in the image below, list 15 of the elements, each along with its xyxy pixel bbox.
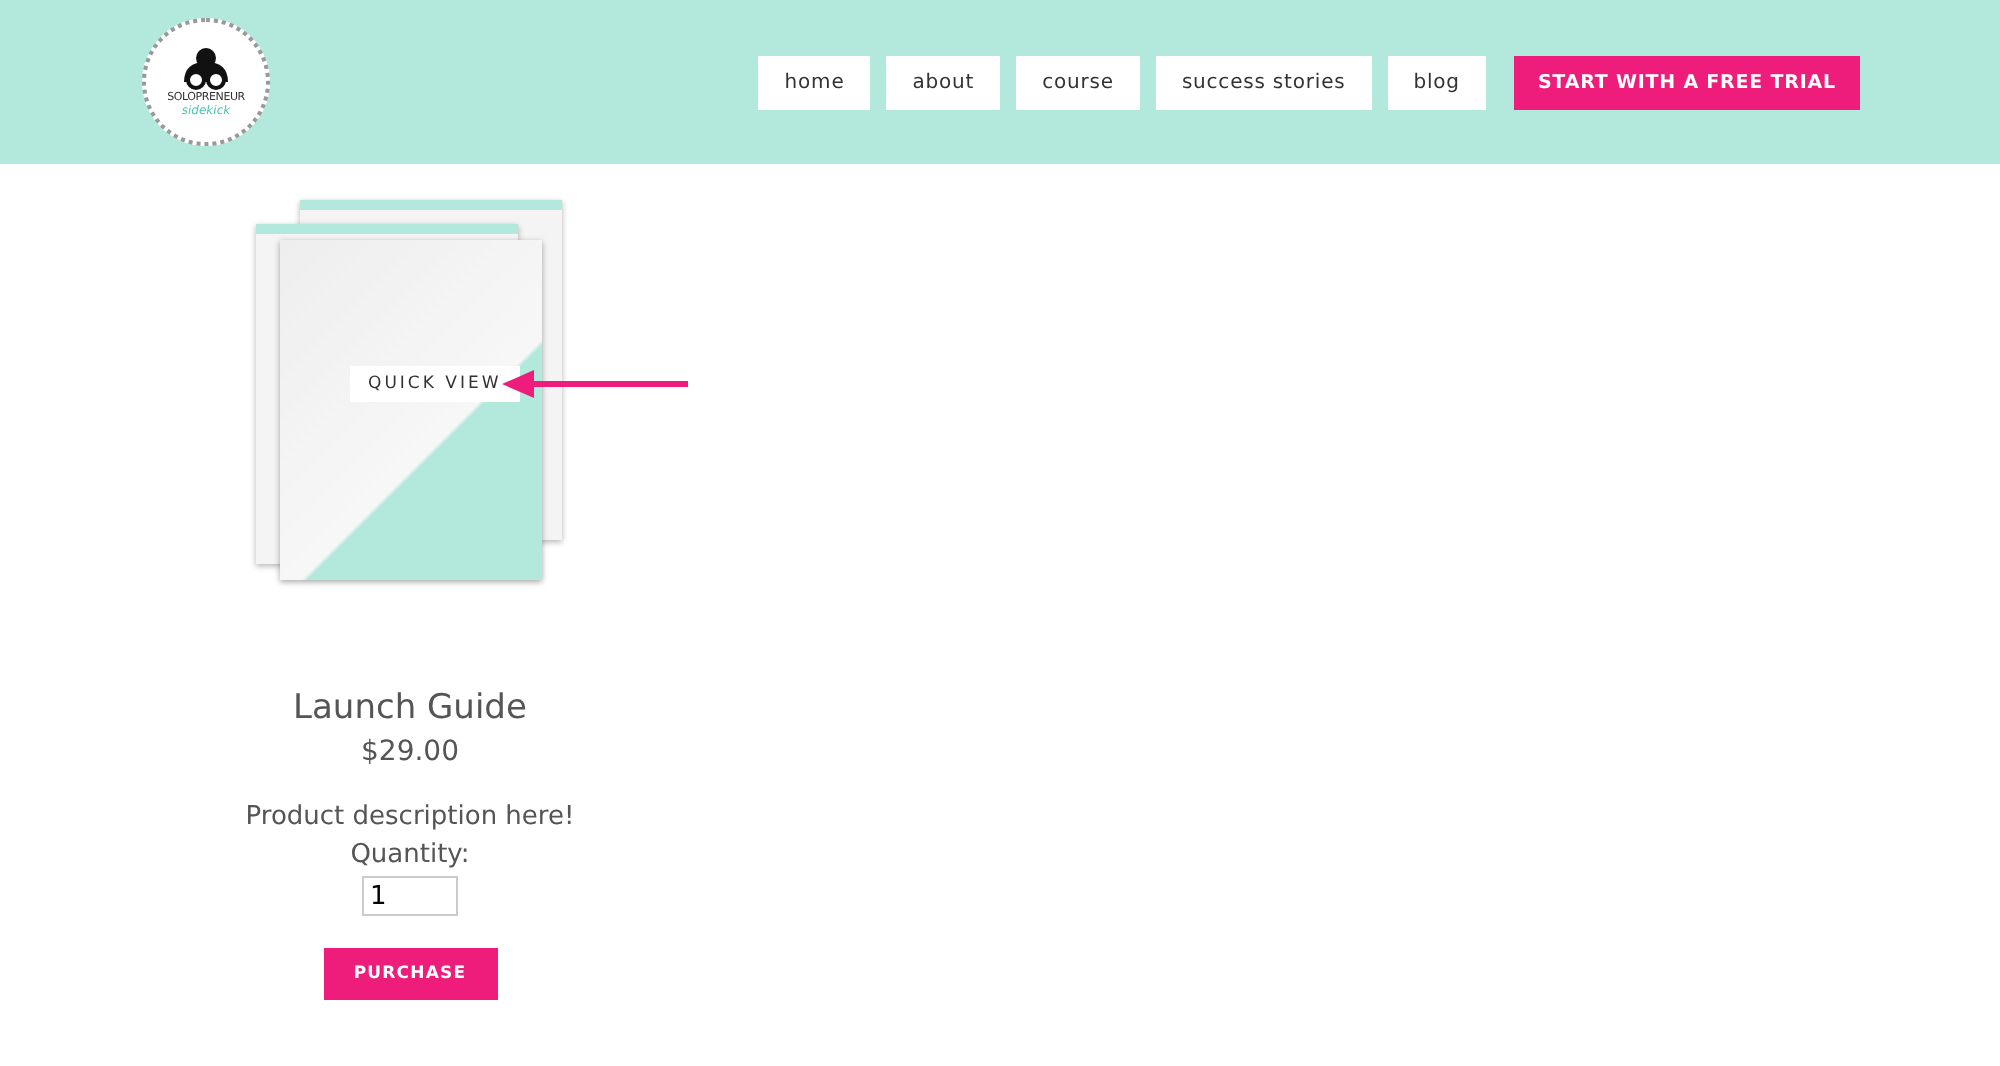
quantity-label: Quantity:: [350, 840, 470, 870]
quantity-field[interactable]: 1: [362, 876, 458, 916]
product-price: $29.00: [361, 736, 459, 768]
nav-link[interactable]: about: [886, 55, 1001, 109]
arrow-icon: [502, 370, 688, 398]
purchase-button[interactable]: PURCHASE: [323, 948, 497, 1000]
trial-button[interactable]: START WITH A FREE TRIAL: [1513, 55, 1860, 109]
product-cover-image[interactable]: [280, 240, 542, 580]
nav-link[interactable]: home: [758, 55, 871, 109]
nav-link[interactable]: success stories: [1155, 55, 1372, 109]
product-name: Launch Guide: [293, 688, 527, 728]
quick-view-button[interactable]: QUICK VIEW: [350, 366, 520, 402]
nav-link[interactable]: course: [1016, 55, 1140, 109]
nav-link[interactable]: blog: [1387, 55, 1486, 109]
product-description: Product description here!: [245, 802, 575, 832]
